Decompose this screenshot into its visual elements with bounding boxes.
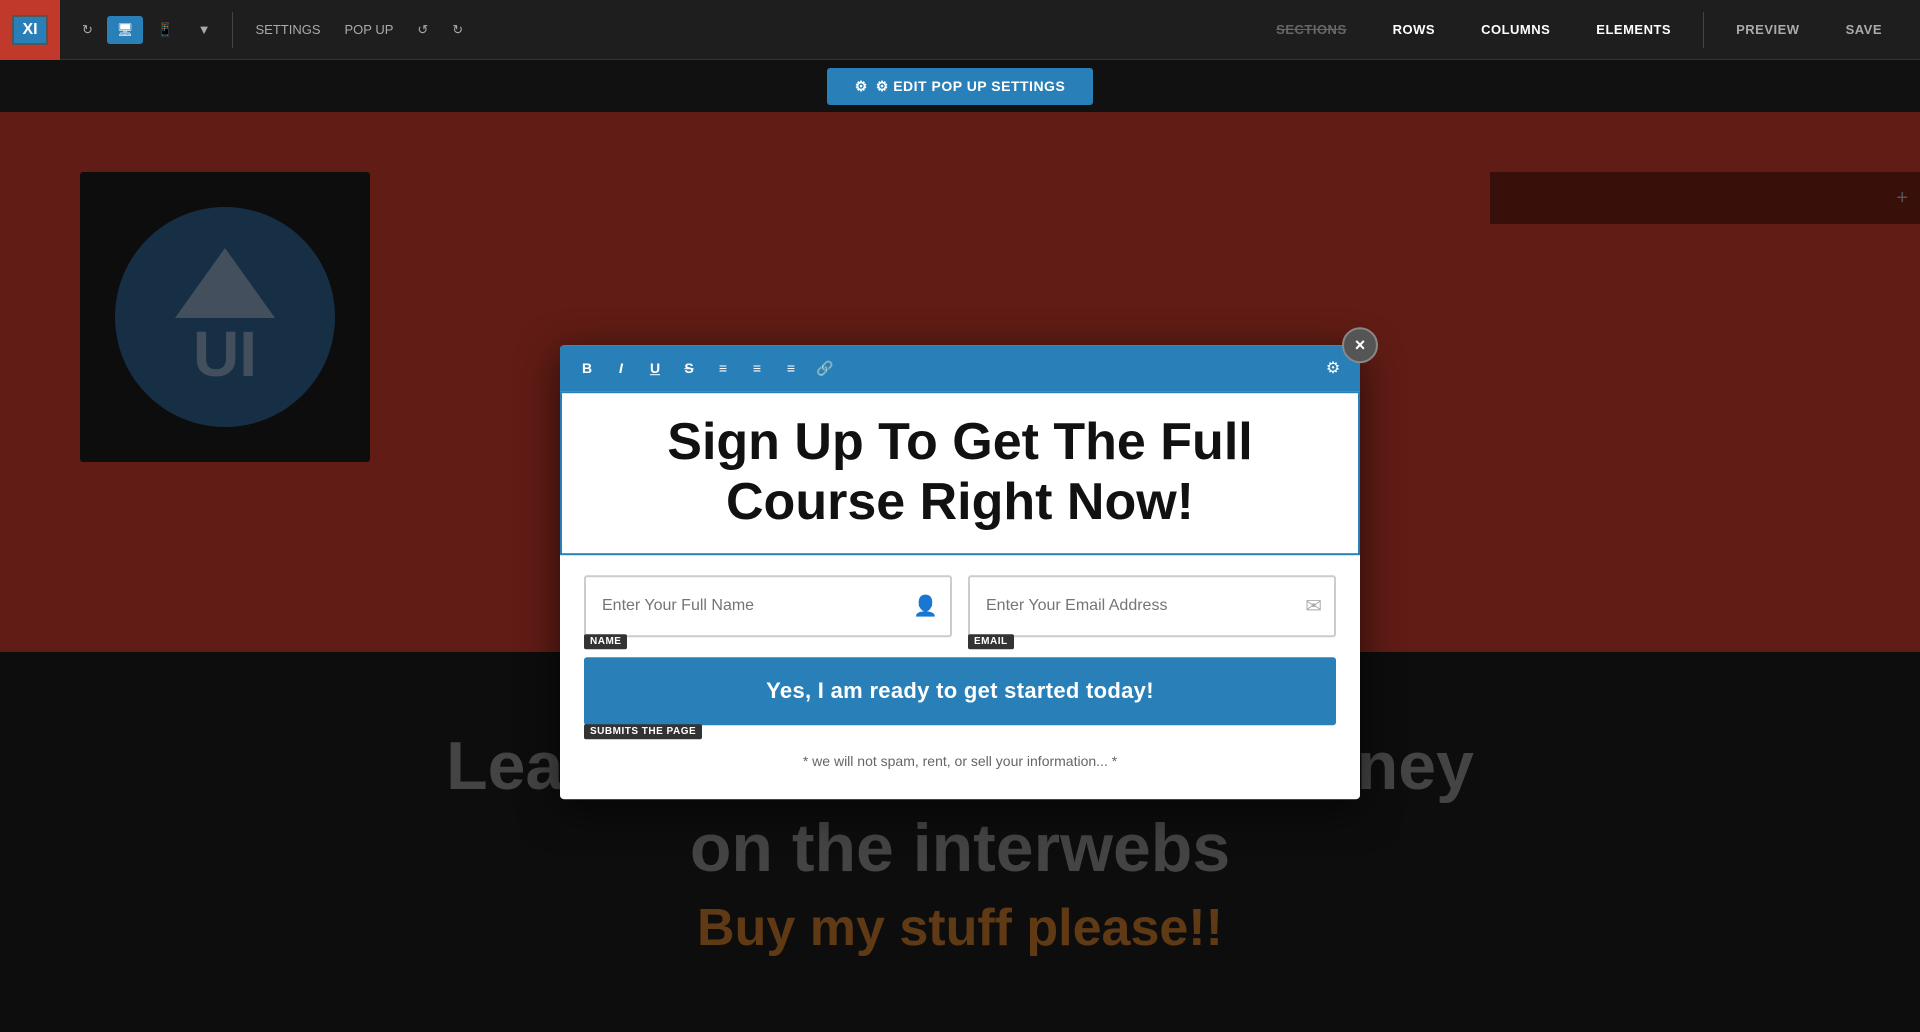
close-button[interactable]: × bbox=[1342, 327, 1378, 363]
settings-button[interactable]: SETTINGS bbox=[245, 16, 330, 43]
mobile-view-button[interactable]: 📱 bbox=[147, 16, 183, 44]
settings-label: SETTINGS bbox=[255, 22, 320, 37]
elements-label: ELEMENTS bbox=[1596, 22, 1671, 37]
toolbar-left-group: ↻ 🖥 📱 ▼ SETTINGS POP UP ↺ ↻ bbox=[60, 12, 485, 48]
save-button[interactable]: SAVE bbox=[1824, 14, 1904, 45]
main-content: ⚙ ⚙ EDIT POP UP SETTINGS UI + Learn how … bbox=[0, 60, 1920, 1032]
editor-settings-button[interactable]: ⚙ bbox=[1318, 353, 1348, 383]
toolbar-right-group: SECTIONS ROWS COLUMNS ELEMENTS PREVIEW S… bbox=[1254, 12, 1920, 48]
email-field-wrapper: ✉ EMAIL bbox=[968, 575, 1336, 637]
close-icon: × bbox=[1355, 335, 1366, 356]
sections-nav-button[interactable]: SECTIONS bbox=[1254, 14, 1368, 45]
align-right-button[interactable]: ≡ bbox=[776, 353, 806, 383]
popup-label: POP UP bbox=[345, 22, 394, 37]
email-input[interactable] bbox=[968, 575, 1336, 637]
rows-nav-button[interactable]: ROWS bbox=[1371, 14, 1457, 45]
pointer-button[interactable]: ▼ bbox=[188, 16, 221, 43]
rows-label: ROWS bbox=[1393, 22, 1435, 37]
disclaimer-content: * we will not spam, rent, or sell your i… bbox=[803, 753, 1117, 769]
desktop-view-button[interactable]: 🖥 bbox=[107, 16, 144, 44]
undo-button[interactable]: ↻ bbox=[72, 16, 103, 44]
link-button[interactable]: 🔗 bbox=[810, 353, 840, 383]
separator-1 bbox=[232, 12, 233, 48]
mobile-icon: 📱 bbox=[157, 22, 173, 38]
bold-button[interactable]: B bbox=[572, 353, 602, 383]
pointer-icon: ▼ bbox=[198, 22, 211, 37]
undo-icon-2: ↺ bbox=[417, 22, 428, 38]
preview-button[interactable]: PREVIEW bbox=[1714, 14, 1821, 45]
undo-button-2[interactable]: ↺ bbox=[407, 16, 438, 44]
heading-text: Sign Up To Get The Full Course Right Now… bbox=[586, 413, 1334, 533]
popup-button[interactable]: POP UP bbox=[335, 16, 404, 43]
text-editor-toolbar: B I U S ≡ ≡ ≡ 🔗 ⚙ bbox=[560, 345, 1360, 391]
redo-button[interactable]: ↻ bbox=[442, 16, 473, 44]
elements-nav-button[interactable]: ELEMENTS bbox=[1574, 14, 1693, 45]
email-field-label: EMAIL bbox=[968, 634, 1014, 649]
modal-dialog: × B I U S ≡ ≡ ≡ 🔗 ⚙ Sign Up To Get The F… bbox=[560, 345, 1360, 799]
underline-button[interactable]: U bbox=[640, 353, 670, 383]
main-toolbar: XI ↻ 🖥 📱 ▼ SETTINGS POP UP ↺ ↻ SECTIONS bbox=[0, 0, 1920, 60]
edit-popup-settings-button[interactable]: ⚙ ⚙ EDIT POP UP SETTINGS bbox=[827, 68, 1094, 105]
preview-label: PREVIEW bbox=[1736, 22, 1799, 37]
undo-icon: ↻ bbox=[82, 22, 93, 38]
logo[interactable]: XI bbox=[0, 0, 60, 60]
name-field-wrapper: 👤 NAME bbox=[584, 575, 952, 637]
logo-inner: XI bbox=[12, 15, 47, 45]
name-field-label: NAME bbox=[584, 634, 627, 649]
form-fields-area: 👤 NAME ✉ EMAIL bbox=[560, 555, 1360, 657]
sections-label: SECTIONS bbox=[1276, 22, 1346, 37]
page-background: UI + Learn how to make cash money on the… bbox=[0, 112, 1920, 1032]
edit-popup-bar: ⚙ ⚙ EDIT POP UP SETTINGS bbox=[0, 60, 1920, 112]
desktop-icon: 🖥 bbox=[117, 22, 134, 38]
submit-area: Yes, I am ready to get started today! SU… bbox=[560, 657, 1360, 733]
heading-edit-area[interactable]: Sign Up To Get The Full Course Right Now… bbox=[560, 391, 1360, 555]
submits-the-page-badge: SUBMITS THE PAGE bbox=[584, 724, 702, 739]
align-center-button[interactable]: ≡ bbox=[742, 353, 772, 383]
italic-button[interactable]: I bbox=[606, 353, 636, 383]
redo-icon: ↻ bbox=[452, 22, 463, 38]
disclaimer-text: * we will not spam, rent, or sell your i… bbox=[560, 733, 1360, 799]
gear-icon: ⚙ bbox=[855, 78, 868, 95]
submit-button-label: Yes, I am ready to get started today! bbox=[766, 678, 1154, 703]
strikethrough-button[interactable]: S bbox=[674, 353, 704, 383]
align-left-button[interactable]: ≡ bbox=[708, 353, 738, 383]
save-label: SAVE bbox=[1846, 22, 1882, 37]
columns-nav-button[interactable]: COLUMNS bbox=[1459, 14, 1572, 45]
columns-label: COLUMNS bbox=[1481, 22, 1550, 37]
name-input[interactable] bbox=[584, 575, 952, 637]
submit-button[interactable]: Yes, I am ready to get started today! bbox=[584, 657, 1336, 725]
separator-2 bbox=[1703, 12, 1704, 48]
edit-popup-label: ⚙ EDIT POP UP SETTINGS bbox=[876, 78, 1066, 95]
